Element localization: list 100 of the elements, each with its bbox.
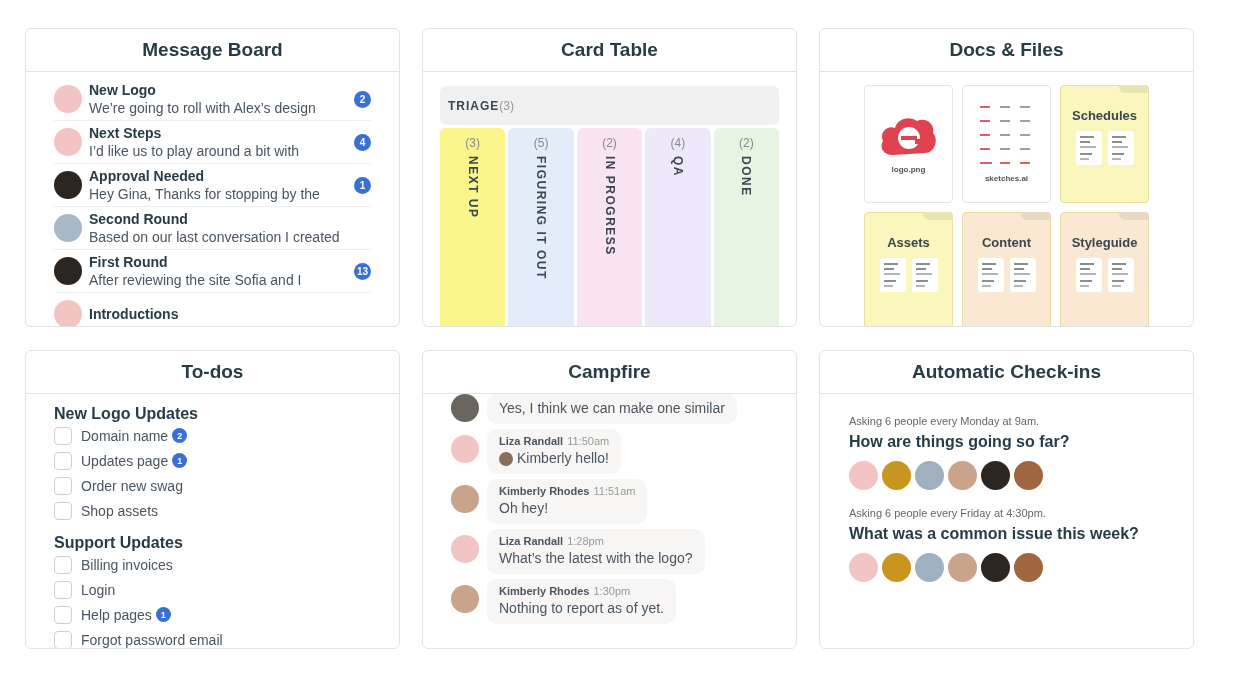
checkbox[interactable] bbox=[54, 580, 72, 599]
checkbox[interactable] bbox=[54, 555, 72, 574]
message-title[interactable]: First Round bbox=[89, 253, 347, 271]
triage-count: (3) bbox=[499, 98, 514, 113]
message-time: 11:51am bbox=[593, 485, 636, 497]
column-count: (3) bbox=[465, 136, 481, 150]
todo-label[interactable]: Login bbox=[81, 581, 116, 598]
document-thumbnail-drawing bbox=[1075, 131, 1102, 165]
message-title[interactable]: Introductions bbox=[89, 305, 371, 323]
checkbox[interactable] bbox=[54, 501, 72, 520]
card-title[interactable]: Docs & Files bbox=[820, 29, 1193, 72]
checkbox[interactable] bbox=[54, 630, 72, 648]
triage-label: TRIAGE bbox=[448, 98, 500, 113]
question-link[interactable]: How are things going so far? bbox=[849, 431, 1165, 453]
message-title[interactable]: Next Steps bbox=[89, 124, 347, 142]
folder-tile[interactable]: Content bbox=[962, 212, 1051, 326]
folder-tile[interactable]: Schedules bbox=[1060, 85, 1149, 203]
message-time: 1:28pm bbox=[567, 535, 604, 547]
message-time: 1:30pm bbox=[593, 585, 631, 597]
question-link[interactable]: What was a common issue this week? bbox=[849, 523, 1165, 545]
author-name: Liza Randall bbox=[499, 435, 564, 447]
card-column[interactable]: (2) IN PROGRESS bbox=[576, 128, 643, 326]
message-title[interactable]: New Logo bbox=[89, 81, 347, 99]
folder-tab bbox=[1119, 212, 1149, 220]
file-tile[interactable]: sketches.ai bbox=[962, 85, 1051, 203]
card-column[interactable]: (4) QA bbox=[645, 128, 711, 326]
schedule-text: Asking 6 people every Monday at 9am. bbox=[849, 414, 1041, 428]
message-text: Oh hey! bbox=[499, 499, 549, 518]
column-count: (2) bbox=[739, 136, 754, 150]
todo-list-name[interactable]: New Logo Updates bbox=[54, 404, 371, 423]
author-name: Liza Randall bbox=[499, 535, 564, 547]
comment-count-badge: 2 bbox=[172, 428, 188, 443]
checkbox[interactable] bbox=[54, 426, 72, 445]
schedule-text: Asking 6 people every Friday at 4:30pm. bbox=[849, 506, 1047, 520]
column-count: (4) bbox=[670, 136, 686, 150]
todo-label[interactable]: Domain name bbox=[81, 427, 169, 444]
file-tile[interactable]: logo.png bbox=[864, 85, 953, 203]
message-excerpt: We’re going to roll with Alex’s design bbox=[89, 98, 317, 117]
file-name: sketches.ai bbox=[984, 173, 1029, 183]
comment-count-badge: 1 bbox=[172, 453, 188, 468]
folder-tab bbox=[1021, 212, 1051, 220]
document-thumbnail-drawing bbox=[1107, 131, 1134, 165]
folder-name: Styleguide bbox=[1071, 235, 1138, 250]
column-count: (2) bbox=[602, 136, 617, 150]
unread-count-badge: 4 bbox=[354, 133, 371, 151]
checkbox[interactable] bbox=[54, 605, 72, 624]
message-text: Yes, I think we can make one similar bbox=[499, 399, 725, 418]
column-label: QA bbox=[670, 156, 685, 177]
folder-tab bbox=[1119, 85, 1149, 93]
card-column[interactable]: (3) NEXT UP bbox=[440, 128, 506, 326]
todo-list-name[interactable]: Support Updates bbox=[54, 533, 371, 552]
document-thumbnail-drawing bbox=[1107, 258, 1134, 292]
triage-bar[interactable]: TRIAGE(3) bbox=[440, 86, 779, 125]
document-thumbnail-drawing bbox=[977, 258, 1004, 292]
comment-count-badge: 1 bbox=[155, 607, 171, 622]
folder-name: Schedules bbox=[1072, 108, 1137, 123]
document-thumbnail-drawing bbox=[879, 258, 906, 292]
message-text: Kimberly hello! bbox=[517, 449, 609, 468]
card-title[interactable]: Card Table bbox=[423, 29, 796, 72]
column-count: (5) bbox=[533, 136, 549, 150]
folder-name: Content bbox=[981, 235, 1032, 250]
column-label: IN PROGRESS bbox=[602, 156, 617, 256]
author-name: Kimberly Rhodes bbox=[499, 485, 590, 497]
message-time: 11:50am bbox=[567, 435, 610, 447]
message-text: What’s the latest with the logo? bbox=[499, 549, 693, 568]
message-title[interactable]: Approval Needed bbox=[89, 167, 347, 185]
column-label: DONE bbox=[739, 156, 754, 197]
message-excerpt: I’d like us to play around a bit with bbox=[89, 141, 301, 160]
unread-count-badge: 1 bbox=[354, 176, 371, 194]
card-title[interactable]: To-dos bbox=[26, 351, 399, 394]
unread-count-badge: 13 bbox=[354, 262, 371, 280]
message-title[interactable]: Second Round bbox=[89, 210, 371, 228]
unread-count-badge: 2 bbox=[354, 90, 371, 108]
todo-label[interactable]: Help pages bbox=[81, 606, 152, 623]
column-label: NEXT UP bbox=[465, 156, 480, 219]
message-excerpt: Hey Gina, Thanks for stopping by the bbox=[89, 184, 321, 203]
file-name: logo.png bbox=[891, 164, 926, 174]
todo-label[interactable]: Shop assets bbox=[81, 502, 159, 519]
card-column[interactable]: (5) FIGURING IT OUT bbox=[508, 128, 574, 326]
folder-tile[interactable]: Assets bbox=[864, 212, 953, 326]
message-text: Nothing to report as of yet. bbox=[499, 599, 664, 618]
folder-tile[interactable]: Styleguide bbox=[1060, 212, 1149, 326]
card-title[interactable]: Automatic Check-ins bbox=[820, 351, 1193, 394]
card-title[interactable]: Message Board bbox=[26, 29, 399, 72]
checkbox[interactable] bbox=[54, 476, 72, 495]
folder-tab bbox=[923, 212, 953, 220]
document-thumbnail-drawing bbox=[1075, 258, 1102, 292]
checkbox[interactable] bbox=[54, 451, 72, 470]
todo-label[interactable]: Order new swag bbox=[81, 477, 183, 494]
todo-label[interactable]: Updates page bbox=[81, 452, 169, 469]
todo-label[interactable]: Forgot password email bbox=[81, 631, 223, 648]
document-thumbnail-drawing bbox=[911, 258, 938, 292]
todo-label[interactable]: Billing invoices bbox=[81, 556, 173, 573]
document-thumbnail-drawing bbox=[1009, 258, 1036, 292]
message-excerpt: Based on our last conversation I created bbox=[89, 227, 341, 246]
card-column[interactable]: (2) DONE bbox=[713, 128, 780, 326]
column-label: FIGURING IT OUT bbox=[534, 156, 549, 280]
folder-name: Assets bbox=[887, 235, 930, 250]
author-name: Kimberly Rhodes bbox=[499, 585, 590, 597]
message-excerpt: After reviewing the site Sofia and I bbox=[89, 270, 303, 289]
